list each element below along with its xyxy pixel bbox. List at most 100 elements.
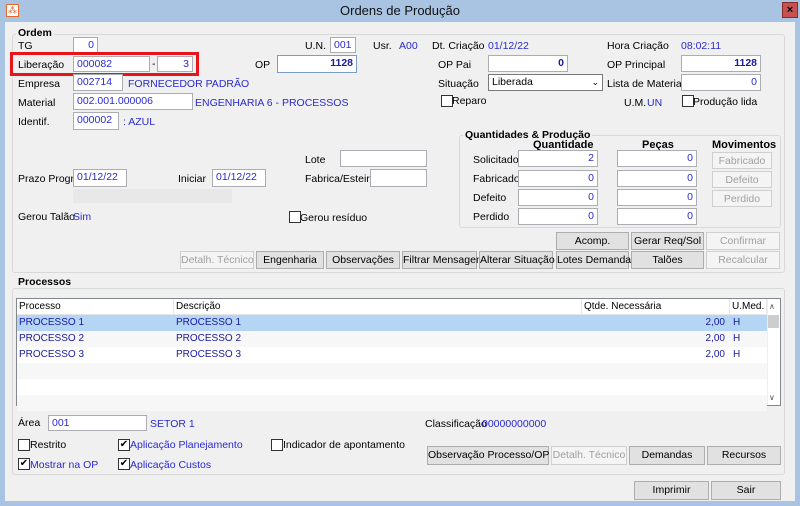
lotes-demandas-button[interactable]: Lotes Demandas bbox=[556, 251, 636, 269]
material-label: Material bbox=[18, 97, 56, 109]
situacao-value: Liberada bbox=[492, 76, 533, 88]
tg-label: TG bbox=[18, 40, 33, 52]
gerou-residuo-label: Gerou resíduo bbox=[300, 212, 368, 224]
recalcular-button[interactable]: Recalcular bbox=[706, 251, 780, 269]
hora-criacao-value: 08:02:11 bbox=[681, 40, 722, 52]
aplicacao-planejamento-checkbox[interactable]: ✔ bbox=[118, 439, 130, 451]
col-umed[interactable]: U.Med. bbox=[730, 299, 767, 315]
lista-materiais-input[interactable]: 0 bbox=[681, 74, 761, 91]
perdido-label: Perdido bbox=[473, 211, 510, 223]
lista-materiais-label: Lista de Materiais bbox=[607, 78, 690, 90]
un-label: U.N. bbox=[305, 40, 326, 52]
un-input[interactable]: 001 bbox=[330, 37, 356, 53]
scrollbar-thumb[interactable] bbox=[768, 315, 779, 328]
gerar-req-sol-button[interactable]: Gerar Req/Sol bbox=[631, 232, 704, 250]
usr-value: A00 bbox=[399, 40, 418, 52]
header-movimentos: Movimentos bbox=[712, 139, 777, 151]
table-row[interactable] bbox=[17, 379, 767, 395]
table-row[interactable]: PROCESSO 1 PROCESSO 1 2,00 H bbox=[17, 315, 767, 331]
mostrar-op-label: Mostrar na OP bbox=[30, 459, 99, 471]
reparo-label: Reparo bbox=[452, 95, 487, 107]
op-principal-input[interactable]: 1128 bbox=[681, 55, 761, 72]
area-input[interactable]: 001 bbox=[48, 415, 147, 431]
scroll-up-icon[interactable]: ∧ bbox=[769, 302, 775, 311]
col-descricao[interactable]: Descrição bbox=[174, 299, 582, 315]
liberacao-input[interactable]: 000082 bbox=[73, 56, 150, 72]
situacao-select[interactable]: Liberada ⌄ bbox=[488, 74, 603, 91]
imprimir-button[interactable]: Imprimir bbox=[634, 481, 709, 500]
prazo-label: Prazo Progr. bbox=[18, 173, 77, 185]
filtrar-mensagens-button[interactable]: Filtrar Mensagens bbox=[402, 251, 487, 269]
table-row[interactable]: PROCESSO 3 PROCESSO 3 2,00 H bbox=[17, 347, 767, 363]
prazo-input[interactable]: 01/12/22 bbox=[73, 169, 127, 187]
liberacao-label: Liberação bbox=[18, 59, 65, 71]
tg-input[interactable]: 0 bbox=[73, 37, 98, 53]
sair-button[interactable]: Sair bbox=[711, 481, 781, 500]
situacao-label: Situação bbox=[438, 78, 479, 90]
fabricado-qtd-input[interactable]: 0 bbox=[518, 170, 598, 187]
recursos-button[interactable]: Recursos bbox=[707, 446, 781, 465]
usr-label: Usr. bbox=[373, 40, 392, 52]
fabricado-label: Fabricado bbox=[473, 173, 520, 185]
solicitado-pecas-input[interactable]: 0 bbox=[617, 150, 697, 167]
col-qtde[interactable]: Qtde. Necessária bbox=[582, 299, 730, 315]
fabricado-pecas-input[interactable]: 0 bbox=[617, 170, 697, 187]
um-label: U.M. bbox=[624, 97, 647, 109]
material-desc: ENGENHARIA 6 - PROCESSOS bbox=[195, 97, 349, 109]
gerou-talao-label: Gerou Talão bbox=[18, 211, 76, 223]
defeito-button[interactable]: Defeito bbox=[712, 171, 772, 188]
observacoes-button[interactable]: Observações bbox=[326, 251, 400, 269]
empresa-input[interactable]: 002714 bbox=[73, 74, 123, 91]
confirmar-button[interactable]: Confirmar bbox=[706, 232, 780, 250]
acomp-button[interactable]: Acomp. bbox=[556, 232, 629, 250]
solicitado-qtd-input[interactable]: 2 bbox=[518, 150, 598, 167]
taloes-button[interactable]: Talões bbox=[631, 251, 704, 269]
restrito-checkbox[interactable] bbox=[18, 439, 30, 451]
aplicacao-custos-label: Aplicação Custos bbox=[130, 459, 212, 471]
alterar-situacao-button[interactable]: Alterar Situação bbox=[479, 251, 555, 269]
cell-processo: PROCESSO 3 bbox=[19, 349, 85, 360]
aplicacao-custos-checkbox[interactable]: ✔ bbox=[118, 458, 130, 470]
lote-input[interactable] bbox=[340, 150, 427, 167]
cell-umed: H bbox=[733, 317, 741, 328]
identif-input[interactable]: 000002 bbox=[73, 112, 119, 130]
defeito-pecas-input[interactable]: 0 bbox=[617, 189, 697, 206]
indicador-label: Indicador de apontamento bbox=[283, 439, 406, 451]
table-row[interactable] bbox=[17, 363, 767, 379]
fabricado-button[interactable]: Fabricado bbox=[712, 152, 772, 169]
liberacao-seq-input[interactable]: 3 bbox=[157, 56, 193, 72]
material-input[interactable]: 002.001.000006 bbox=[73, 93, 193, 110]
close-icon: × bbox=[786, 4, 794, 16]
detalh-tecnico-button[interactable]: Detalh. Técnico bbox=[180, 251, 254, 269]
perdido-qtd-input[interactable]: 0 bbox=[518, 208, 598, 225]
scroll-down-icon[interactable]: ∨ bbox=[769, 393, 775, 402]
cell-processo: PROCESSO 1 bbox=[19, 317, 85, 328]
op-principal-label: OP Principal bbox=[607, 59, 666, 71]
detalh-tecnico-processo-button[interactable]: Detalh. Técnico bbox=[551, 446, 627, 465]
restrito-label: Restrito bbox=[30, 439, 67, 451]
fabrica-label: Fabrica/Esteira bbox=[305, 173, 376, 185]
op-input[interactable]: 1128 bbox=[277, 55, 357, 73]
fabrica-input[interactable] bbox=[370, 169, 427, 187]
iniciar-input[interactable]: 01/12/22 bbox=[212, 169, 266, 187]
col-processo[interactable]: Processo bbox=[17, 299, 174, 315]
perdido-pecas-input[interactable]: 0 bbox=[617, 208, 697, 225]
table-row[interactable] bbox=[17, 395, 767, 411]
op-pai-input[interactable]: 0 bbox=[488, 55, 568, 72]
demandas-button[interactable]: Demandas bbox=[629, 446, 705, 465]
window-title: Ordens de Produção bbox=[340, 3, 460, 18]
close-button[interactable]: × bbox=[782, 2, 798, 18]
perdido-button[interactable]: Perdido bbox=[712, 190, 772, 207]
dt-criacao-label: Dt. Criação bbox=[432, 40, 485, 52]
observacao-processo-button[interactable]: Observação Processo/OP bbox=[427, 446, 549, 465]
ordem-group-title: Ordem bbox=[16, 27, 54, 39]
title-bar: Ordens de Produção bbox=[0, 0, 800, 22]
mostrar-op-checkbox[interactable]: ✔ bbox=[18, 458, 30, 470]
classificacao-label: Classificação bbox=[425, 418, 487, 430]
area-desc: SETOR 1 bbox=[150, 418, 195, 430]
defeito-qtd-input[interactable]: 0 bbox=[518, 189, 598, 206]
engenharia-button[interactable]: Engenharia bbox=[256, 251, 324, 269]
indicador-checkbox[interactable] bbox=[271, 439, 283, 451]
table-row[interactable]: PROCESSO 2 PROCESSO 2 2,00 H bbox=[17, 331, 767, 347]
cell-umed: H bbox=[733, 333, 741, 344]
